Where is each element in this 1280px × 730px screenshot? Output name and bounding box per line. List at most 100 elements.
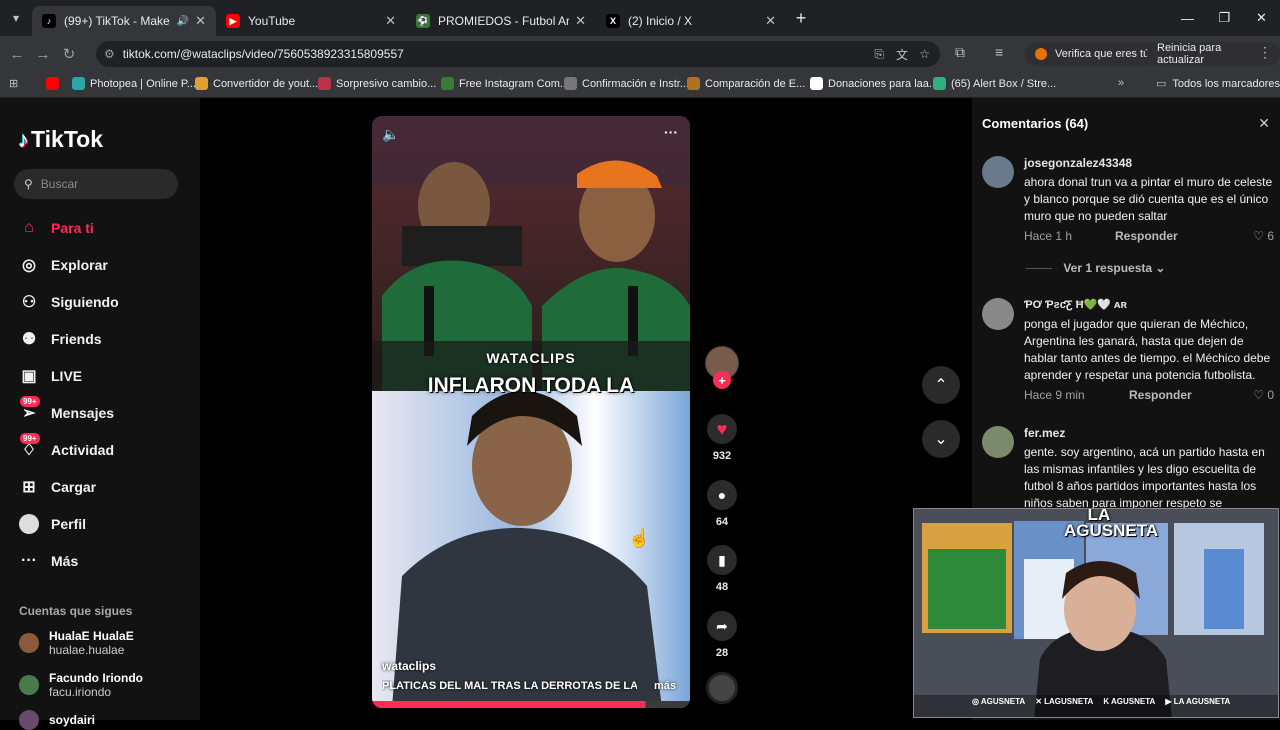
speaker-icon[interactable]: 🔊: [177, 16, 189, 27]
followed-account[interactable]: Facundo Iriondo facu.iriondo: [19, 671, 143, 699]
description-more-link[interactable]: más: [654, 680, 676, 692]
previous-video-button[interactable]: ⌃: [922, 366, 960, 404]
tab-x[interactable]: X (2) Inicio / X ✕: [596, 6, 786, 36]
comment-username[interactable]: ƤƠ ƤƨƈƸ Ħ💚🤍 ᴀʀ: [1024, 298, 1127, 311]
comment-action[interactable]: ● 64: [706, 480, 738, 528]
comment-like-button[interactable]: ♡ 0: [1253, 388, 1274, 402]
reply-button[interactable]: Responder: [1129, 388, 1192, 402]
tiktok-note-icon: ♪: [18, 126, 29, 152]
nav-actividad[interactable]: ♢ 99+ Actividad: [18, 433, 114, 465]
bookmark-item[interactable]: Sorpresivo cambio...: [318, 77, 436, 90]
browser-toolbar: ← → ↻ ⚙ tiktok.com/@wataclips/video/7560…: [0, 36, 1280, 72]
verify-label: Verifica que eres tú: [1055, 48, 1150, 60]
menu-icon[interactable]: ⋮: [1258, 44, 1272, 61]
nav-cargar[interactable]: ⊞ Cargar: [18, 472, 96, 502]
search-icon: ⚲: [24, 177, 33, 191]
media-control-icon[interactable]: ≡: [995, 44, 1003, 60]
window-close-button[interactable]: ✕: [1243, 0, 1280, 36]
nav-friends[interactable]: ⚉ Friends: [18, 324, 102, 354]
follow-plus-icon[interactable]: +: [713, 371, 731, 389]
tab-search-icon[interactable]: ▾: [0, 0, 32, 36]
following-icon: ⚇: [21, 294, 37, 311]
home-icon: ⌂: [24, 219, 34, 236]
comment-username[interactable]: josegonzalez43348: [1024, 156, 1132, 170]
bookmark-youtube[interactable]: [46, 77, 64, 90]
tab-youtube[interactable]: ▶ YouTube ✕: [216, 6, 406, 36]
avatar[interactable]: [982, 156, 1014, 188]
avatar[interactable]: [982, 426, 1014, 458]
search-input[interactable]: ⚲ Buscar: [14, 169, 178, 199]
nav-perfil[interactable]: Perfil: [18, 509, 86, 539]
bookmark-item[interactable]: (65) Alert Box / Stre...: [933, 77, 1056, 90]
more-bookmarks-icon[interactable]: »: [1118, 77, 1124, 89]
news-icon: [318, 77, 331, 90]
bookmark-item[interactable]: Confirmación e Instr...: [564, 77, 689, 90]
close-icon[interactable]: ✕: [195, 13, 206, 29]
comment-username[interactable]: fer.mez: [1024, 426, 1065, 440]
forward-button[interactable]: →: [30, 46, 56, 63]
back-button[interactable]: ←: [4, 46, 30, 63]
nav-explorar[interactable]: ◎ Explorar: [18, 250, 108, 280]
share-action[interactable]: ➦ 28: [706, 611, 738, 659]
tab-title: (2) Inicio / X: [628, 14, 693, 28]
close-icon[interactable]: ✕: [575, 13, 586, 29]
install-app-icon[interactable]: ⎘: [874, 47, 884, 62]
restart-label: Reinicia para actualizar: [1157, 42, 1222, 66]
verify-button[interactable]: Verifica que eres tú: [1025, 42, 1160, 66]
like-action[interactable]: ♥ 932: [706, 414, 738, 462]
bookmark-star-icon[interactable]: ☆: [919, 47, 930, 61]
close-comments-button[interactable]: ✕: [1258, 115, 1270, 132]
followed-account[interactable]: soydairi: [19, 710, 95, 730]
reload-button[interactable]: ↻: [56, 45, 82, 63]
nav-label: Cargar: [51, 479, 97, 495]
video-more-icon[interactable]: ···: [664, 124, 678, 140]
followed-account[interactable]: HualaE HualaE hualae.hualae: [19, 629, 134, 657]
tab-promiedos[interactable]: ⚽ PROMIEDOS - Futbol Argentino ✕: [406, 6, 596, 36]
video-author[interactable]: wataclips: [382, 659, 436, 673]
tiktok-logo[interactable]: ♪ TikTok: [18, 126, 103, 153]
tab-tiktok[interactable]: ♪ (99+) TikTok - Make Your D... 🔊 ✕: [32, 6, 216, 36]
avatar[interactable]: [982, 298, 1014, 330]
nav-para-ti[interactable]: ⌂ Para ti: [18, 213, 94, 243]
view-replies-button[interactable]: Ver 1 respuesta ⌄: [1026, 261, 1165, 275]
nav-mensajes[interactable]: ➢ 99+ Mensajes: [18, 396, 114, 428]
bookmark-icon[interactable]: ▮: [707, 545, 737, 575]
site-info-icon[interactable]: ⚙: [104, 47, 115, 61]
comment-like-button[interactable]: ♡ 6: [1253, 229, 1274, 243]
music-disc-icon: [706, 672, 738, 704]
profile-icon: [18, 513, 40, 535]
kick-handle: K AGUSNETA: [1103, 697, 1156, 706]
comment-icon[interactable]: ●: [707, 480, 737, 510]
address-bar[interactable]: ⚙ tiktok.com/@wataclips/video/7560538923…: [96, 41, 940, 67]
bookmark-item[interactable]: Donaciones para laa...: [810, 77, 938, 90]
all-bookmarks-folder[interactable]: ▭ Todos los marcadores: [1156, 77, 1280, 91]
music-disc[interactable]: [706, 672, 738, 704]
close-icon[interactable]: ✕: [385, 13, 396, 29]
creator-avatar[interactable]: +: [705, 346, 739, 389]
maximize-button[interactable]: ❐: [1206, 0, 1243, 36]
next-video-button[interactable]: ⌄: [922, 420, 960, 458]
bookmark-item[interactable]: Free Instagram Com...: [441, 77, 569, 90]
nav-mas[interactable]: ··· Más: [18, 546, 78, 576]
bookmark-item[interactable]: Convertidor de yout...: [195, 77, 318, 90]
social-handle: AGUSNETA: [980, 697, 1026, 706]
minimize-button[interactable]: —: [1169, 0, 1206, 36]
save-action[interactable]: ▮ 48: [706, 545, 738, 593]
avatar: [19, 675, 39, 695]
mute-icon[interactable]: 🔈: [382, 126, 399, 143]
bookmark-item[interactable]: Photopea | Online P...: [72, 77, 196, 90]
close-icon[interactable]: ✕: [765, 13, 776, 29]
nav-siguiendo[interactable]: ⚇ Siguiendo: [18, 287, 119, 317]
heart-icon[interactable]: ♥: [707, 414, 737, 444]
nav-live[interactable]: ▣ LIVE: [18, 361, 82, 391]
instagram-handle: ◎ AGUSNETA: [972, 697, 1026, 706]
alert-box-icon: [933, 77, 946, 90]
translate-icon[interactable]: 文: [896, 46, 908, 63]
video-player[interactable]: 🔈 ··· WATACLIPS INFLARON TODA LA watacli…: [372, 116, 690, 708]
bookmark-item[interactable]: Comparación de E...: [687, 77, 805, 90]
new-tab-button[interactable]: +: [786, 8, 816, 29]
apps-icon[interactable]: ⊞: [9, 77, 18, 90]
share-icon[interactable]: ➦: [707, 611, 737, 641]
reply-button[interactable]: Responder: [1115, 229, 1178, 243]
extensions-icon[interactable]: ⧉: [955, 44, 965, 61]
